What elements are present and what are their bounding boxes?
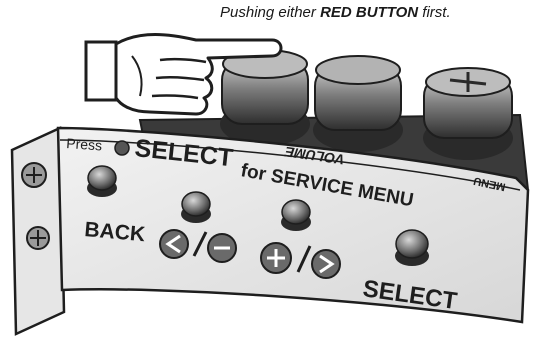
left-arrow-icon [159, 229, 189, 259]
plus-icon [260, 242, 292, 274]
press-label: Press [66, 135, 103, 153]
plus-button[interactable] [281, 199, 311, 231]
select-button[interactable] [395, 229, 429, 266]
button-panel-illustration: VOLUME MENU Press SELECT for SERVICE MEN… [10, 33, 530, 336]
minus-button[interactable] [181, 191, 211, 223]
red-button-2[interactable] [313, 55, 403, 152]
minus-icon [207, 233, 237, 263]
red-button-1[interactable] [220, 49, 310, 146]
red-button-3[interactable] [423, 67, 513, 160]
right-arrow-icon [311, 249, 341, 279]
mounting-bracket [10, 126, 66, 336]
back-button[interactable] [87, 165, 117, 197]
select-knob-icon [114, 140, 130, 156]
